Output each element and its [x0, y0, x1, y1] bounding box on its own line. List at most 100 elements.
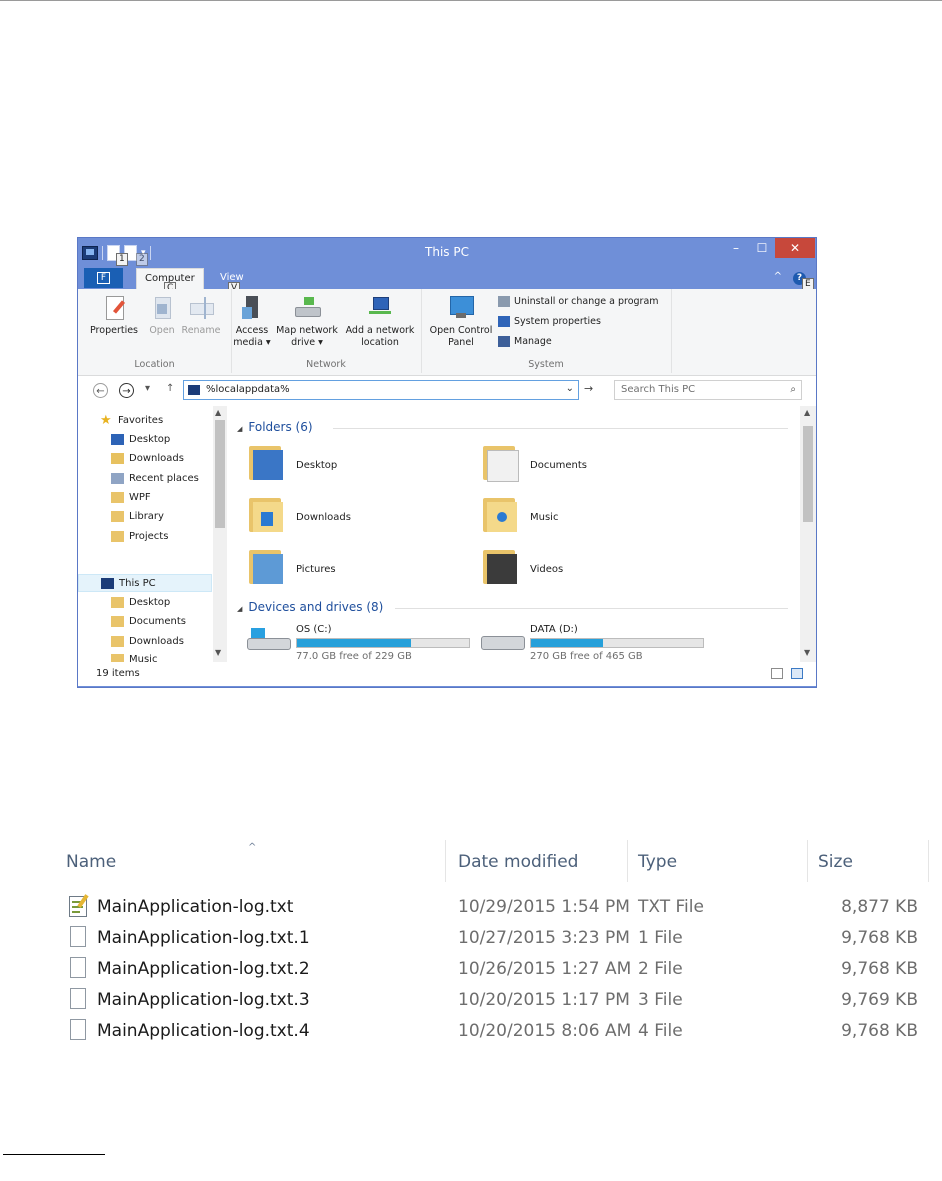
folder-downloads[interactable]: Downloads	[296, 512, 351, 523]
scroll-down-icon[interactable]: ▼	[215, 648, 221, 657]
control-panel-line-2: Panel	[448, 337, 474, 348]
column-header-type[interactable]: Type	[638, 852, 677, 872]
table-row[interactable]: MainApplication-log.txt.1 10/27/2015 3:2…	[55, 922, 942, 953]
scroll-up-icon[interactable]: ▲	[215, 408, 221, 417]
manage-button[interactable]: Manage	[498, 336, 552, 347]
folder-desktop[interactable]: Desktop	[296, 460, 337, 471]
nav-label: Music	[129, 654, 158, 662]
table-row[interactable]: MainApplication-log.txt.4 10/20/2015 8:0…	[55, 1015, 942, 1046]
file-type: 2 File	[638, 959, 683, 979]
go-button[interactable]: →	[584, 382, 593, 395]
access-media-line-2: media ▾	[233, 337, 271, 348]
open-button[interactable]: Open	[146, 295, 178, 337]
column-header-size[interactable]: Size	[818, 852, 853, 872]
data-drive-icon[interactable]	[481, 628, 527, 650]
address-bar[interactable]: %localappdata% ⌄	[183, 380, 579, 400]
folder-music[interactable]: Music	[530, 512, 558, 523]
control-panel-icon	[448, 295, 474, 321]
location-group-label: Location	[134, 359, 175, 370]
address-input[interactable]: %localappdata%	[206, 384, 290, 395]
search-icon[interactable]: ⌕	[790, 384, 796, 395]
minimize-button[interactable]: –	[723, 238, 749, 258]
system-properties-button[interactable]: System properties	[498, 316, 601, 327]
nav-item-favorites[interactable]: ★ Favorites	[100, 412, 163, 430]
os-drive-icon[interactable]	[247, 628, 293, 650]
recent-locations-button[interactable]: ▾	[145, 383, 150, 394]
desktop-icon	[111, 433, 124, 445]
maximize-button[interactable]: ☐	[749, 238, 775, 258]
column-divider[interactable]	[445, 840, 446, 882]
properties-button[interactable]: Properties	[90, 295, 138, 337]
item-count: 19 items	[96, 668, 140, 679]
documents-folder-icon[interactable]	[483, 442, 519, 482]
content-scroll-thumb[interactable]	[803, 426, 813, 522]
folder-icon	[111, 653, 124, 662]
table-row[interactable]: MainApplication-log.txt.3 10/20/2015 1:1…	[55, 984, 942, 1015]
desktop-folder-icon[interactable]	[249, 442, 283, 480]
file-size: 8,877 KB	[841, 897, 918, 917]
downloads-folder-icon[interactable]	[249, 494, 283, 532]
nav-item-library[interactable]: Library	[111, 508, 164, 526]
column-divider[interactable]	[627, 840, 628, 882]
file-type: 1 File	[638, 928, 683, 948]
rename-icon	[188, 295, 214, 321]
videos-folder-icon[interactable]	[483, 546, 517, 584]
table-row[interactable]: MainApplication-log.txt.2 10/26/2015 1:2…	[55, 953, 942, 984]
content-scrollbar[interactable]: ▲ ▼	[800, 406, 816, 662]
nav-item-downloads[interactable]: Downloads	[111, 450, 184, 468]
collapse-triangle-icon: ◢	[237, 605, 243, 613]
nav-item-wpf[interactable]: WPF	[111, 489, 151, 507]
map-drive-line-1: Map network	[276, 325, 338, 336]
nav-item-pc-downloads[interactable]: Downloads	[111, 633, 184, 651]
nav-scrollbar[interactable]: ▲ ▼	[213, 406, 227, 662]
nav-item-pc-music[interactable]: Music	[111, 651, 157, 662]
blank-file-icon	[69, 956, 89, 980]
map-network-drive-button[interactable]: Map network drive ▾	[274, 295, 340, 349]
collapse-ribbon-icon[interactable]: ^	[774, 271, 782, 282]
rename-button[interactable]: Rename	[180, 295, 222, 337]
folders-section-header[interactable]: ◢ Folders (6)	[237, 420, 313, 434]
table-row[interactable]: MainApplication-log.txt 10/29/2015 1:54 …	[55, 891, 942, 922]
ribbon-group-location: Properties Open Rename Location	[78, 289, 232, 373]
nav-item-projects[interactable]: Projects	[111, 528, 168, 546]
add-network-location-button[interactable]: Add a network location	[342, 295, 418, 349]
nav-item-desktop[interactable]: Desktop	[111, 431, 170, 449]
scroll-down-icon[interactable]: ▼	[804, 648, 810, 657]
details-view-icon[interactable]	[771, 668, 783, 679]
blank-file-icon	[69, 1018, 89, 1042]
music-folder-icon[interactable]	[483, 494, 517, 532]
up-button[interactable]: ↑	[166, 383, 174, 394]
nav-item-this-pc[interactable]: This PC	[78, 574, 212, 592]
column-header-name[interactable]: Name	[66, 852, 116, 872]
address-row: ← → ▾ ↑ %localappdata% ⌄ → Search This P…	[78, 376, 816, 406]
scroll-up-icon[interactable]: ▲	[804, 408, 810, 417]
pictures-folder-icon[interactable]	[249, 546, 283, 584]
search-input[interactable]: Search This PC	[621, 384, 695, 395]
nav-label: This PC	[119, 578, 156, 589]
access-media-button[interactable]: Access media ▾	[233, 295, 271, 349]
nav-item-recent-places[interactable]: Recent places	[111, 470, 199, 488]
uninstall-program-button[interactable]: Uninstall or change a program	[498, 296, 659, 307]
file-date: 10/20/2015 8:06 AM	[458, 1021, 632, 1041]
folder-pictures[interactable]: Pictures	[296, 564, 336, 575]
drive-os-name[interactable]: OS (C:)	[296, 624, 332, 635]
forward-button[interactable]: →	[119, 383, 134, 398]
address-dropdown-icon[interactable]: ⌄	[566, 383, 574, 394]
folder-videos[interactable]: Videos	[530, 564, 563, 575]
column-header-date[interactable]: Date modified	[458, 852, 578, 872]
nav-scroll-thumb[interactable]	[215, 420, 225, 528]
devices-section-header[interactable]: ◢ Devices and drives (8)	[237, 600, 383, 614]
column-divider[interactable]	[928, 840, 929, 882]
nav-item-pc-desktop[interactable]: Desktop	[111, 594, 170, 612]
back-button[interactable]: ←	[93, 383, 108, 398]
column-divider[interactable]	[807, 840, 808, 882]
drive-os-free: 77.0 GB free of 229 GB	[296, 651, 412, 662]
folder-documents[interactable]: Documents	[530, 460, 587, 471]
tab-file[interactable]: F	[84, 268, 123, 288]
nav-item-pc-documents[interactable]: Documents	[111, 613, 186, 631]
search-box[interactable]: Search This PC ⌕	[614, 380, 802, 400]
open-control-panel-button[interactable]: Open Control Panel	[425, 295, 497, 349]
large-icons-view-icon[interactable]	[791, 668, 803, 679]
drive-data-name[interactable]: DATA (D:)	[530, 624, 578, 635]
close-button[interactable]: ✕	[775, 238, 815, 258]
